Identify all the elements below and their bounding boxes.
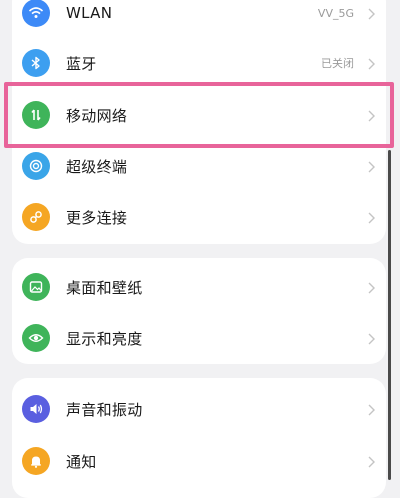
settings-item-label: WLAN <box>66 4 113 22</box>
settings-item-more-connections[interactable]: 更多连接 <box>12 192 386 242</box>
settings-item-label: 移动网络 <box>66 106 128 125</box>
chevron-right-icon <box>366 331 376 345</box>
chevron-right-icon <box>366 159 376 173</box>
chevron-right-icon <box>366 108 376 122</box>
super-device-icon <box>22 152 50 180</box>
sound-notification-group: 声音和振动 通知 <box>12 378 386 498</box>
settings-item-bluetooth[interactable]: 蓝牙 已关闭 <box>12 38 386 88</box>
scrollbar[interactable] <box>388 150 391 480</box>
eye-icon <box>22 324 50 352</box>
settings-item-display-brightness[interactable]: 显示和亮度 <box>12 313 386 363</box>
speaker-icon <box>22 395 50 423</box>
chevron-right-icon <box>366 6 376 20</box>
bell-icon <box>22 447 50 475</box>
chevron-right-icon <box>366 454 376 468</box>
chevron-right-icon <box>366 210 376 224</box>
settings-item-wallpaper[interactable]: 桌面和壁纸 <box>12 262 386 312</box>
wifi-icon <box>22 0 50 27</box>
settings-item-super-device[interactable]: 超级终端 <box>12 141 386 191</box>
chevron-right-icon <box>366 280 376 294</box>
wifi-network-name: VV_5G <box>317 6 354 20</box>
bluetooth-status: 已关闭 <box>321 57 354 70</box>
settings-item-sound-vibration[interactable]: 声音和振动 <box>12 384 386 434</box>
settings-item-label: 超级终端 <box>66 157 128 176</box>
settings-item-label: 蓝牙 <box>66 54 97 73</box>
connectivity-group: WLAN VV_5G 蓝牙 已关闭 移动网络 超级终端 更多连接 <box>12 0 386 244</box>
display-group: 桌面和壁纸 显示和亮度 <box>12 258 386 364</box>
chevron-right-icon <box>366 56 376 70</box>
mobile-network-icon <box>22 101 50 129</box>
settings-item-label: 桌面和壁纸 <box>66 278 143 297</box>
settings-item-label: 通知 <box>66 452 97 471</box>
settings-item-wlan[interactable]: WLAN VV_5G <box>12 0 386 38</box>
settings-item-label: 声音和振动 <box>66 400 143 419</box>
settings-item-notifications[interactable]: 通知 <box>12 436 386 486</box>
settings-item-mobile-network[interactable]: 移动网络 <box>12 90 386 140</box>
chevron-right-icon <box>366 402 376 416</box>
bluetooth-icon <box>22 49 50 77</box>
more-connections-icon <box>22 203 50 231</box>
wallpaper-icon <box>22 273 50 301</box>
settings-item-label: 更多连接 <box>66 208 128 227</box>
settings-item-label: 显示和亮度 <box>66 329 143 348</box>
